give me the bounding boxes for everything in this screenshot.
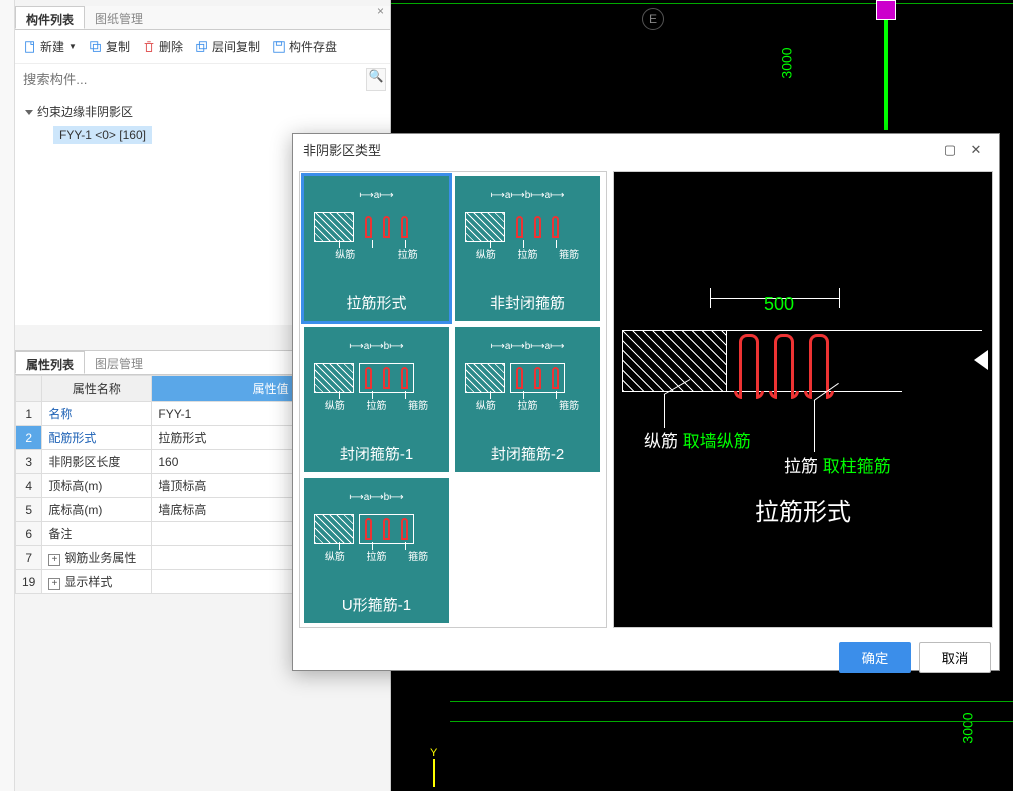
axis-y-arrow: [433, 759, 435, 787]
type-thumbnail[interactable]: ⟼a⟼b⟼a⟼ 纵筋拉筋箍筋 非封闭箍筋: [455, 176, 600, 321]
search-input[interactable]: [19, 68, 366, 91]
preview-pane: 500 纵筋 取墙纵筋 拉筋 取柱箍筋 拉筋形式: [613, 171, 993, 628]
tree-node[interactable]: 约束边缘非阴影区: [25, 101, 380, 122]
type-thumbnail[interactable]: ⟼a⟼b⟼a⟼ 纵筋拉筋箍筋 封闭箍筋-2: [455, 327, 600, 472]
ok-button[interactable]: 确定: [839, 642, 911, 673]
toolbar: 新建▼ 复制 删除 层间复制 构件存盘: [15, 30, 390, 64]
delete-button[interactable]: 删除: [138, 36, 187, 57]
dialog-title: 非阴影区类型: [303, 140, 381, 159]
type-thumbnail[interactable]: ⟼a⟼b⟼ 纵筋拉筋箍筋 封闭箍筋-1: [304, 327, 449, 472]
type-dialog: 非阴影区类型 ▢ ✕ ⟼a⟼ 纵筋拉筋 拉筋形式 ⟼a⟼b⟼a⟼ 纵筋拉筋箍筋 …: [292, 133, 1000, 671]
dimension-text: 3000: [779, 47, 795, 78]
axis-y-label: Y: [430, 747, 437, 759]
tab-drawings[interactable]: 图纸管理: [85, 6, 153, 29]
tab-properties[interactable]: 属性列表: [15, 351, 85, 374]
thumbnail-grid: ⟼a⟼ 纵筋拉筋 拉筋形式 ⟼a⟼b⟼a⟼ 纵筋拉筋箍筋 非封闭箍筋 ⟼a⟼b⟼…: [299, 171, 607, 628]
tab-layers[interactable]: 图层管理: [85, 351, 153, 374]
close-icon[interactable]: ✕: [963, 142, 989, 158]
preview-title: 拉筋形式: [614, 492, 992, 527]
search-icon[interactable]: 🔍: [366, 68, 386, 91]
save-button[interactable]: 构件存盘: [268, 36, 341, 57]
preview-dimension: 500: [764, 294, 794, 315]
type-thumbnail[interactable]: ⟼a⟼ 纵筋拉筋 拉筋形式: [304, 176, 449, 321]
maximize-icon[interactable]: ▢: [937, 142, 963, 158]
grid-bubble: E: [642, 8, 664, 30]
floor-copy-button[interactable]: 层间复制: [191, 36, 264, 57]
column-marker: [876, 0, 896, 20]
copy-button[interactable]: 复制: [85, 36, 134, 57]
close-icon[interactable]: ×: [377, 4, 384, 18]
col-name: 属性名称: [42, 376, 152, 402]
tree-item-selected[interactable]: FYY-1 <0> [160]: [53, 126, 152, 144]
hatch-icon: [622, 330, 727, 392]
tab-components[interactable]: 构件列表: [15, 6, 85, 29]
type-thumbnail[interactable]: ⟼a⟼b⟼ 纵筋拉筋箍筋 U形箍筋-1: [304, 478, 449, 623]
cancel-button[interactable]: 取消: [919, 642, 991, 673]
new-button[interactable]: 新建▼: [19, 36, 81, 57]
